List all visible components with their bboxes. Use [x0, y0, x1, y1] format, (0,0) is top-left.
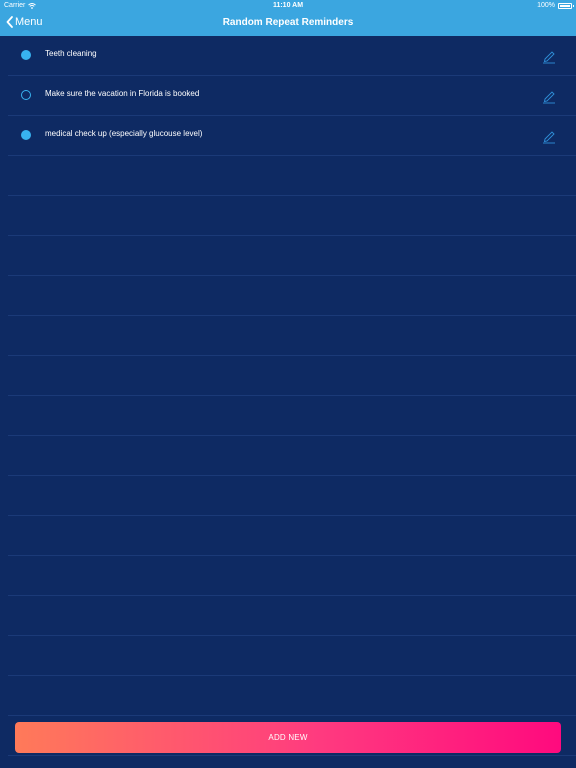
empty-row: [8, 236, 576, 276]
empty-row: [8, 316, 576, 356]
status-dot-icon[interactable]: [21, 50, 31, 60]
empty-row: [8, 676, 576, 716]
battery-status: 100%: [537, 2, 574, 9]
battery-percent: 100%: [537, 2, 555, 9]
empty-row: [8, 396, 576, 436]
edit-pencil-icon[interactable]: [541, 88, 557, 104]
reminder-label: Make sure the vacation in Florida is boo…: [45, 89, 200, 98]
empty-row: [8, 476, 576, 516]
reminder-label: medical check up (especially glucouse le…: [45, 129, 203, 138]
empty-row: [8, 196, 576, 236]
empty-row: [8, 596, 576, 636]
empty-row: [8, 356, 576, 396]
reminder-row[interactable]: Make sure the vacation in Florida is boo…: [8, 76, 576, 116]
battery-icon: [558, 2, 574, 9]
status-dot-icon[interactable]: [21, 90, 31, 100]
reminder-label: Teeth cleaning: [45, 49, 97, 58]
status-time: 11:10 AM: [272, 2, 304, 9]
edit-pencil-icon[interactable]: [541, 48, 557, 64]
reminder-list: Teeth cleaning Make sure the vacation in…: [0, 36, 576, 756]
empty-row: [8, 516, 576, 556]
status-dot-icon[interactable]: [21, 130, 31, 140]
status-bar: Carrier 11:10 AM 100%: [0, 0, 576, 12]
edit-pencil-icon[interactable]: [541, 128, 557, 144]
page-title: Random Repeat Reminders: [222, 17, 354, 28]
reminder-row[interactable]: medical check up (especially glucouse le…: [8, 116, 576, 156]
empty-row: [8, 156, 576, 196]
empty-row: [8, 276, 576, 316]
add-new-button[interactable]: ADD NEW: [15, 722, 561, 753]
reminder-row[interactable]: Teeth cleaning: [8, 36, 576, 76]
empty-row: [8, 636, 576, 676]
empty-row: [8, 556, 576, 596]
navigation-bar: Menu Random Repeat Reminders: [0, 12, 576, 36]
empty-row: [8, 436, 576, 476]
